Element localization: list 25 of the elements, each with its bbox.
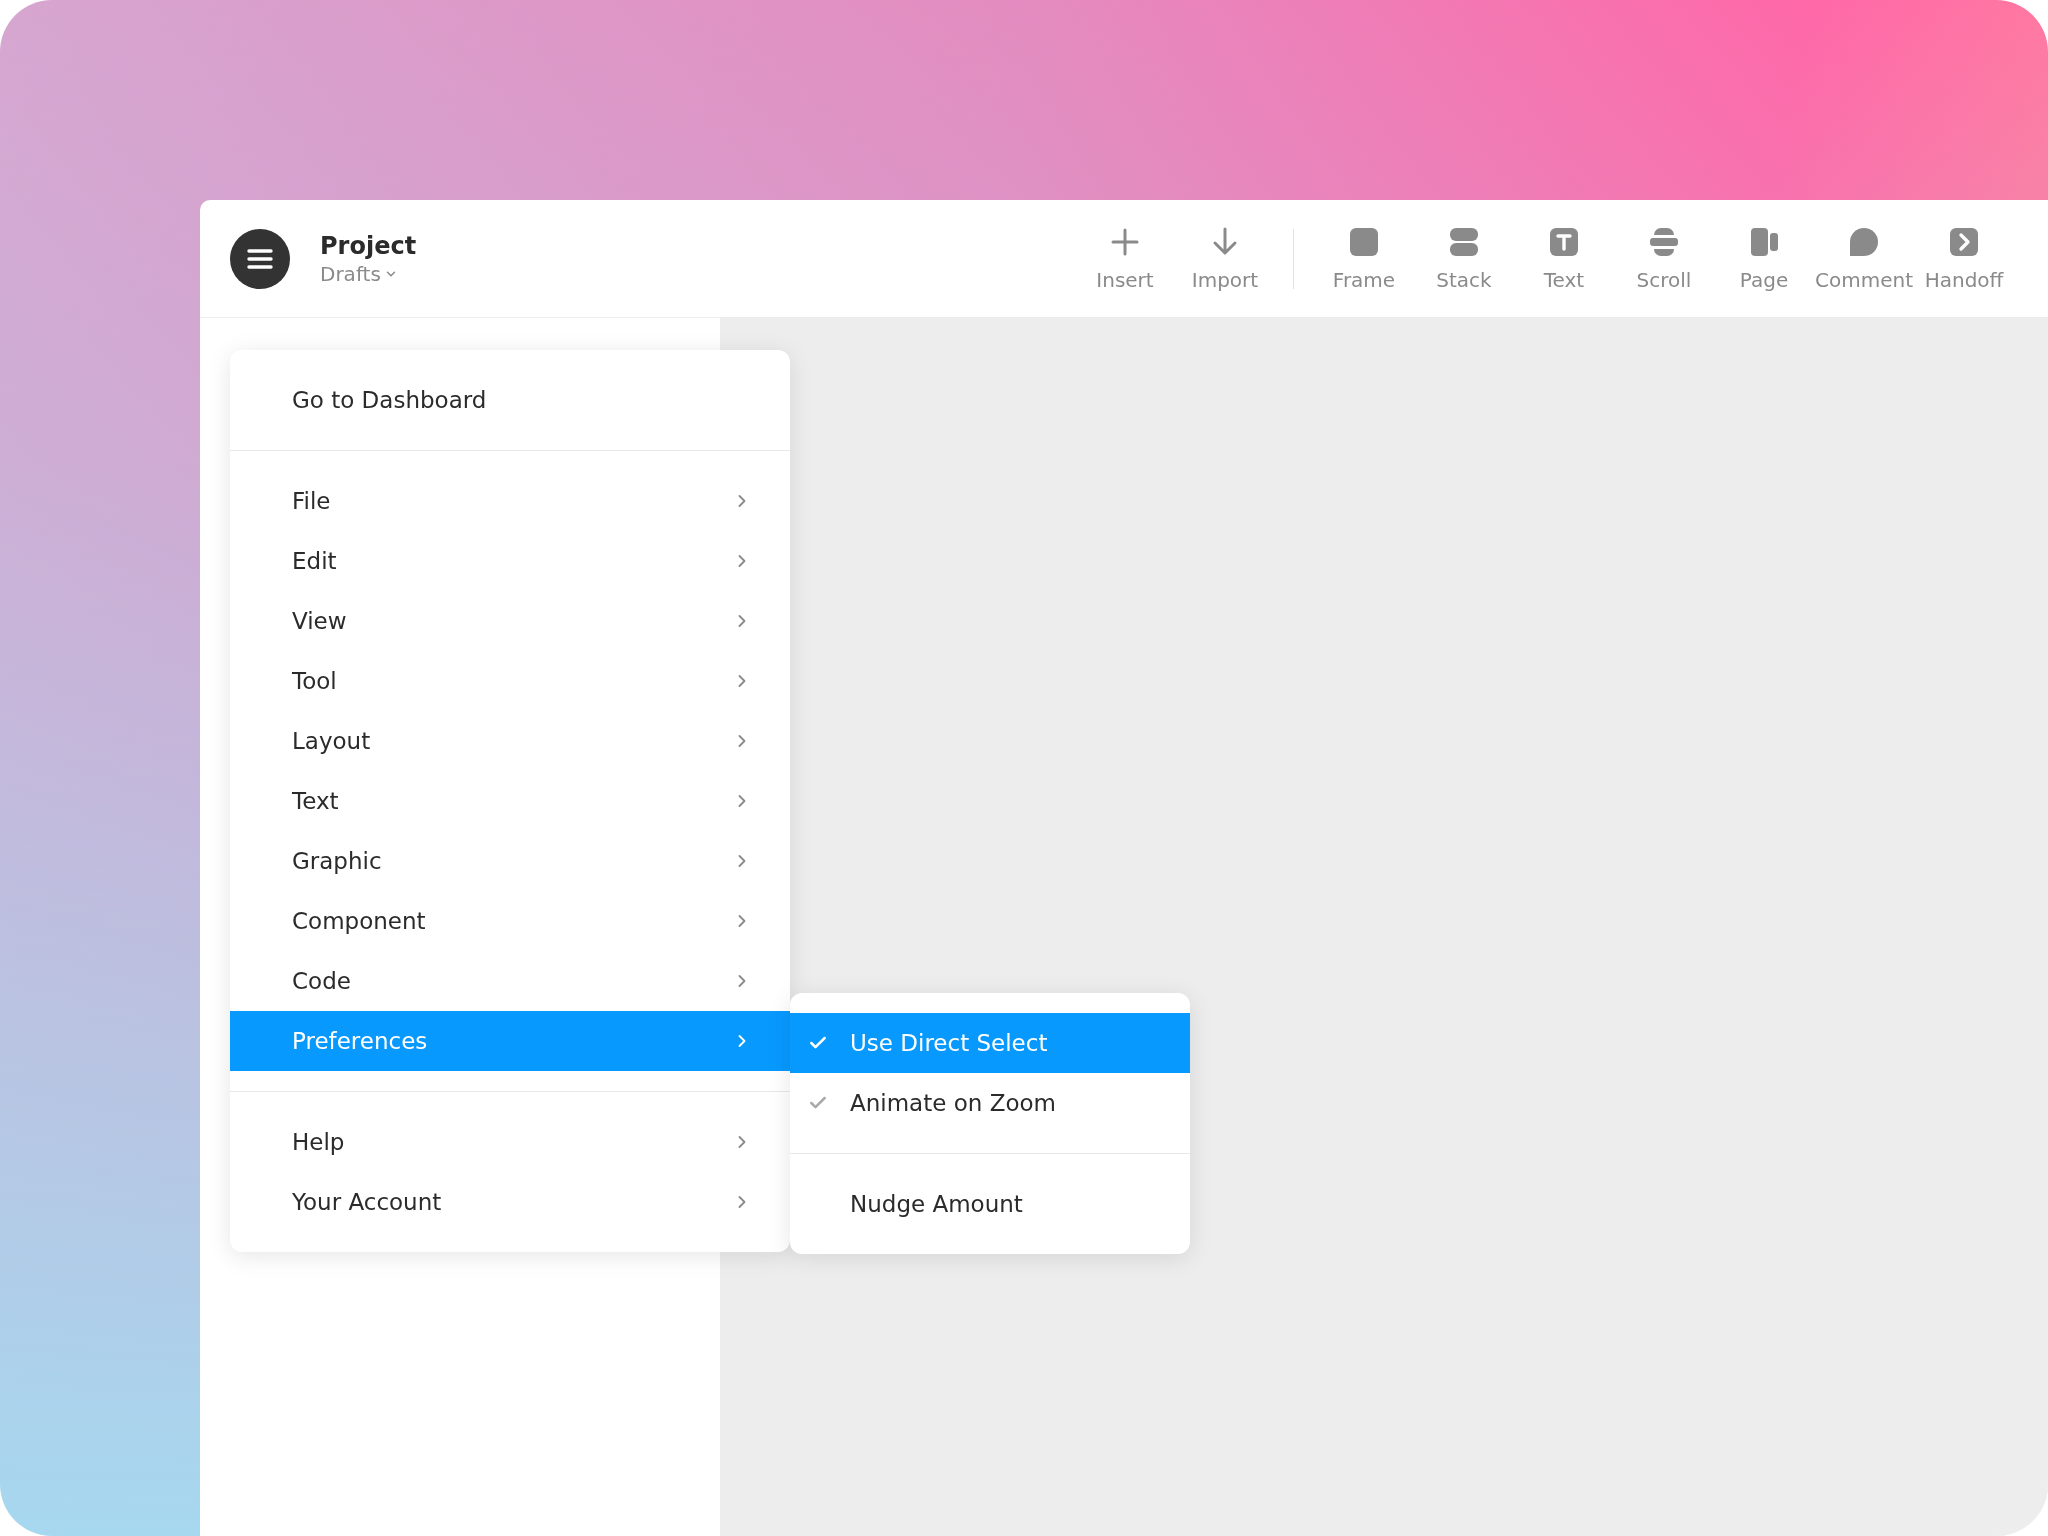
menu-item[interactable]: Graphic (230, 831, 790, 891)
handoff-icon (1948, 225, 1980, 258)
menu-item[interactable]: Tool (230, 651, 790, 711)
menu-item[interactable]: Layout (230, 711, 790, 771)
square-icon (1348, 225, 1380, 258)
menu-item[interactable]: Component (230, 891, 790, 951)
project-title: Project (320, 231, 417, 260)
menu-item[interactable]: View (230, 591, 790, 651)
comment-icon (1848, 225, 1880, 258)
menu-item[interactable]: Your Account (230, 1172, 790, 1232)
menu-item[interactable]: Code (230, 951, 790, 1011)
menu-item[interactable]: Edit (230, 531, 790, 591)
location-dropdown[interactable]: Drafts (320, 261, 417, 286)
stack-icon (1448, 225, 1480, 258)
menu-item[interactable]: Nudge Amount (790, 1174, 1190, 1234)
toolbar-button[interactable]: Scroll (1614, 225, 1714, 292)
menu-item[interactable]: Text (230, 771, 790, 831)
menu-item[interactable]: Animate on Zoom (790, 1073, 1190, 1133)
menu-item[interactable]: Go to Dashboard (230, 370, 790, 430)
menu-item[interactable]: Help (230, 1112, 790, 1172)
text-icon (1548, 225, 1580, 258)
menu-icon (247, 247, 273, 270)
menu-item[interactable]: File (230, 471, 790, 531)
scroll-icon (1648, 225, 1680, 258)
page-icon (1748, 225, 1780, 258)
